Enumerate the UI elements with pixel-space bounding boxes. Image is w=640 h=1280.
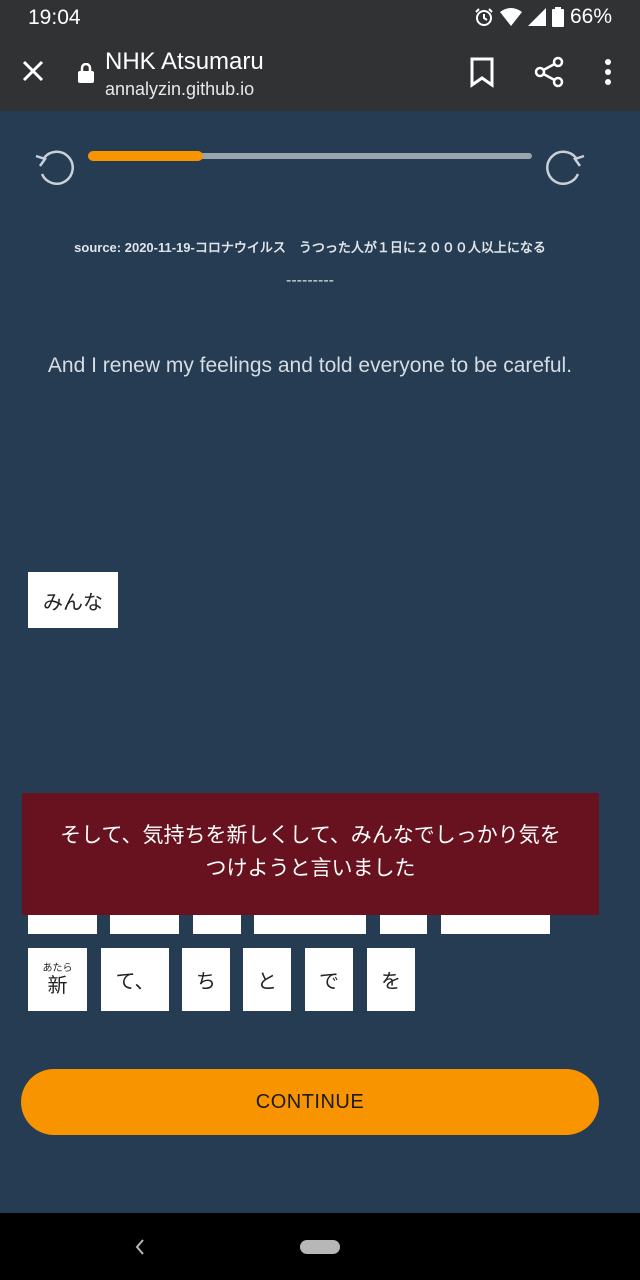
english-translation: And I renew my feelings and told everyon… — [47, 354, 573, 377]
share-icon[interactable] — [533, 56, 565, 88]
battery-icon — [551, 7, 564, 27]
word-tile[interactable]: あたら 新 — [28, 948, 87, 1011]
back-icon[interactable] — [130, 1235, 150, 1259]
system-nav-bar — [0, 1213, 640, 1280]
battery-percent: 66% — [569, 5, 612, 28]
browser-toolbar: NHK Atsumaru annalyzin.github.io — [0, 34, 640, 111]
page-title: NHK Atsumaru — [105, 48, 264, 75]
word-tile[interactable]: ち — [182, 948, 230, 1011]
separator: --------- — [286, 272, 334, 289]
status-icons: 66% — [474, 5, 612, 29]
word-tile[interactable]: て、 — [101, 948, 169, 1011]
tile-furigana: あたら — [42, 962, 73, 974]
word-tile[interactable]: で — [305, 948, 353, 1011]
continue-button[interactable]: CONTINUE — [21, 1069, 599, 1135]
status-bar: 19:04 66% — [0, 0, 640, 34]
hint-line-2: つけようと言いました — [205, 857, 416, 880]
home-pill[interactable] — [300, 1240, 340, 1254]
page-url[interactable]: annalyzin.github.io — [105, 79, 254, 100]
tile-text: 新 — [47, 974, 68, 997]
status-time: 19:04 — [28, 6, 81, 29]
progress-bar — [88, 151, 532, 161]
lock-icon — [78, 63, 94, 83]
word-tile[interactable]: を — [367, 948, 415, 1011]
hint-line-1: そして、気持ちを新しくして、みんなでしっかり気を — [60, 824, 561, 847]
more-options-icon[interactable] — [598, 56, 618, 88]
bookmark-icon[interactable] — [468, 56, 496, 88]
progress-fill — [88, 151, 204, 161]
wifi-icon — [499, 8, 522, 26]
alarm-icon — [475, 8, 493, 26]
answer-tile[interactable]: みんな — [28, 572, 118, 628]
undo-icon[interactable] — [32, 146, 78, 186]
source-line: source: 2020-11-19-コロナウイルス うつった人が１日に２０００… — [74, 240, 546, 255]
redo-icon[interactable] — [542, 146, 588, 186]
japanese-hint: そして、気持ちを新しくして、みんなでしっかり気を つけようと言いました — [22, 793, 599, 915]
close-icon[interactable] — [20, 58, 46, 84]
word-tile[interactable]: と — [243, 948, 291, 1011]
signal-icon — [527, 8, 546, 26]
